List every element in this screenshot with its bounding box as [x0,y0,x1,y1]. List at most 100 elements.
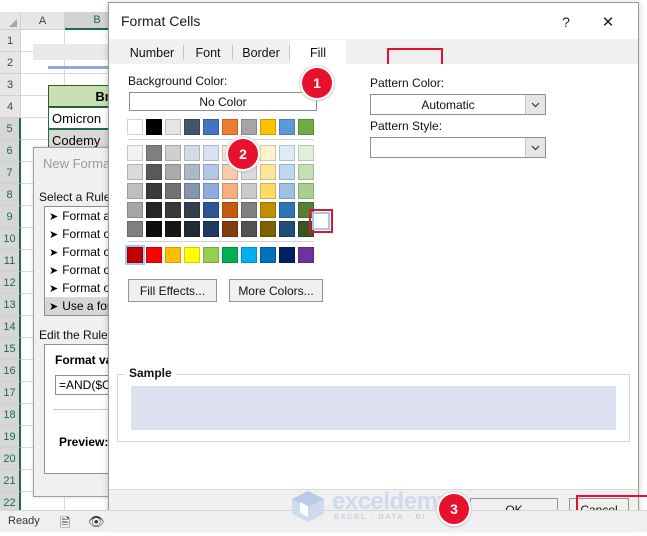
tint-color-swatch-1-9[interactable] [298,164,314,180]
chevron-down-icon[interactable] [525,95,545,114]
row-header-8[interactable]: 8 [0,184,21,206]
tint-color-swatch-2-5[interactable] [222,183,238,199]
accessibility-check-icon[interactable]: 👁 [88,514,105,530]
tint-color-swatch-4-8[interactable] [279,221,295,237]
tint-color-swatch-0-3[interactable] [184,145,200,161]
standard-color-swatch-0[interactable] [125,245,145,265]
tint-color-swatch-0-9[interactable] [298,145,314,161]
standard-color-swatch-2[interactable] [165,247,181,263]
tint-color-swatch-1-7[interactable] [260,164,276,180]
tint-color-swatch-2-1[interactable] [146,183,162,199]
row-header-12[interactable]: 12 [0,272,21,294]
tint-color-swatch-0-8[interactable] [279,145,295,161]
theme-color-swatch-6[interactable] [241,119,257,135]
tint-color-swatch-3-4[interactable] [203,202,219,218]
tint-color-swatch-4-9[interactable] [298,221,314,237]
tab-fill[interactable]: Fill [290,40,346,65]
select-all-corner[interactable] [0,12,21,30]
tint-color-swatch-4-0[interactable] [127,221,143,237]
theme-color-swatch-9[interactable] [298,119,314,135]
more-colors-button[interactable]: More Colors... [229,279,323,302]
tint-color-swatch-0-1[interactable] [146,145,162,161]
background-color-palette[interactable] [125,119,319,266]
row-header-9[interactable]: 9 [0,206,21,228]
tint-color-swatch-3-0[interactable] [127,202,143,218]
row-header-19[interactable]: 19 [0,426,21,448]
tint-color-swatch-2-7[interactable] [260,183,276,199]
tint-color-swatch-2-4[interactable] [203,183,219,199]
tint-color-swatch-2-0[interactable] [127,183,143,199]
tint-color-swatch-2-9[interactable] [298,183,314,199]
tint-color-swatch-3-6[interactable] [241,202,257,218]
row-header-20[interactable]: 20 [0,448,21,470]
theme-color-swatch-5[interactable] [222,119,238,135]
tab-border[interactable]: Border [233,40,289,65]
no-color-button[interactable]: No Color [129,92,317,111]
tint-color-swatch-4-3[interactable] [184,221,200,237]
tint-color-swatch-3-5[interactable] [222,202,238,218]
tint-color-swatch-1-1[interactable] [146,164,162,180]
tab-font[interactable]: Font [184,40,232,65]
pattern-color-select[interactable]: Automatic [370,94,546,115]
tint-color-swatch-2-8[interactable] [279,183,295,199]
row-header-17[interactable]: 17 [0,382,21,404]
tab-number[interactable]: Number [121,40,183,65]
theme-color-swatch-8[interactable] [279,119,295,135]
fill-effects-button[interactable]: Fill Effects... [128,279,217,302]
row-header-2[interactable]: 2 [0,52,21,74]
tint-color-swatch-0-0[interactable] [127,145,143,161]
tint-color-swatch-0-7[interactable] [260,145,276,161]
row-header-7[interactable]: 7 [0,162,21,184]
column-header-a[interactable]: A [21,12,65,30]
row-header-16[interactable]: 16 [0,360,21,382]
tint-color-swatch-3-9[interactable] [298,202,314,218]
format-cells-dialog[interactable]: Format Cells ? ✕ Number Font Border Fill Ba… [108,2,647,528]
tint-color-swatch-1-2[interactable] [165,164,181,180]
tab-strip[interactable]: Number Font Border Fill [109,39,638,65]
theme-color-swatch-4[interactable] [203,119,219,135]
row-header-14[interactable]: 14 [0,316,21,338]
standard-color-swatch-7[interactable] [260,247,276,263]
tint-color-swatch-3-2[interactable] [165,202,181,218]
theme-color-swatch-1[interactable] [146,119,162,135]
standard-color-swatch-6[interactable] [241,247,257,263]
row-header-18[interactable]: 18 [0,404,21,426]
theme-color-swatch-3[interactable] [184,119,200,135]
row-header-3[interactable]: 3 [0,74,21,96]
tint-color-swatch-2-3[interactable] [184,183,200,199]
chevron-down-icon[interactable] [525,138,545,157]
row-header-6[interactable]: 6 [0,140,21,162]
standard-color-swatch-4[interactable] [203,247,219,263]
tint-color-swatch-1-4[interactable] [203,164,219,180]
standard-color-swatch-8[interactable] [279,247,295,263]
row-header-21[interactable]: 21 [0,470,21,492]
tint-color-swatch-0-2[interactable] [165,145,181,161]
tint-color-swatch-4-6[interactable] [241,221,257,237]
tint-color-swatch-4-4[interactable] [203,221,219,237]
theme-color-swatch-2[interactable] [165,119,181,135]
close-icon[interactable]: ✕ [592,9,624,35]
theme-color-swatch-0[interactable] [127,119,143,135]
tint-color-swatch-3-1[interactable] [146,202,162,218]
tint-color-swatch-0-4[interactable] [203,145,219,161]
tint-color-swatch-4-5[interactable] [222,221,238,237]
tint-color-swatch-4-7[interactable] [260,221,276,237]
standard-color-swatch-1[interactable] [146,247,162,263]
row-header-1[interactable]: 1 [0,30,21,52]
tint-color-swatch-4-2[interactable] [165,221,181,237]
help-icon[interactable]: ? [551,9,581,35]
layout-view-icon[interactable]: 🖹 [60,514,70,536]
row-header-15[interactable]: 15 [0,338,21,360]
row-header-11[interactable]: 11 [0,250,21,272]
tint-color-swatch-3-3[interactable] [184,202,200,218]
tint-color-swatch-2-6[interactable] [241,183,257,199]
row-header-5[interactable]: 5 [0,118,21,140]
tint-color-swatch-4-1[interactable] [146,221,162,237]
tint-color-swatch-1-8[interactable] [279,164,295,180]
pattern-style-select[interactable] [370,137,546,158]
theme-color-swatch-7[interactable] [260,119,276,135]
row-header-13[interactable]: 13 [0,294,21,316]
tint-color-swatch-2-2[interactable] [165,183,181,199]
standard-color-swatch-3[interactable] [184,247,200,263]
row-header-4[interactable]: 4 [0,96,21,118]
